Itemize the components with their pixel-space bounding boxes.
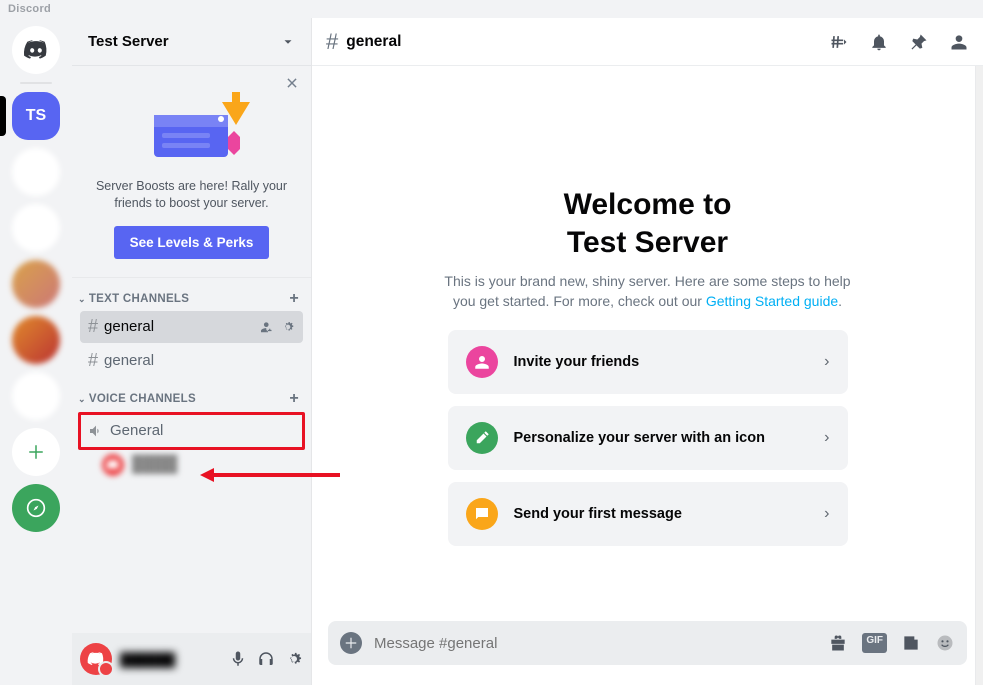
- channel-sidebar: Test Server Server Boosts are here! Rall…: [72, 18, 312, 685]
- settings-icon[interactable]: [281, 320, 295, 334]
- boost-banner-art: [82, 84, 301, 170]
- invite-icon[interactable]: [261, 320, 275, 334]
- channel-label: general: [104, 352, 154, 369]
- server-item[interactable]: [12, 204, 60, 252]
- invite-friends-icon: [466, 346, 498, 378]
- welcome-card-first-message[interactable]: Send your first message ›: [448, 482, 848, 546]
- discord-logo-icon: [87, 650, 105, 668]
- personalize-icon: [466, 422, 498, 454]
- close-banner-button[interactable]: [285, 76, 299, 90]
- close-icon: [285, 76, 299, 90]
- chevron-right-icon: ›: [824, 429, 829, 447]
- channel-title: general: [346, 33, 401, 51]
- server-item[interactable]: [12, 372, 60, 420]
- selection-indicator: [0, 96, 6, 136]
- self-avatar[interactable]: [80, 643, 112, 675]
- add-text-channel-button[interactable]: +: [289, 290, 299, 308]
- card-label: Send your first message: [514, 506, 809, 522]
- channel-label: general: [104, 318, 154, 335]
- pinned-button[interactable]: [909, 32, 929, 52]
- text-channels-header[interactable]: ⌄TEXT CHANNELS +: [72, 278, 311, 310]
- threads-button[interactable]: [829, 32, 849, 52]
- content-area: # general Welcome toTest Server This is …: [312, 18, 983, 685]
- hash-icon: #: [88, 316, 98, 337]
- chevron-right-icon: ›: [824, 505, 829, 523]
- mute-button[interactable]: [229, 650, 247, 668]
- hash-icon: #: [326, 29, 338, 55]
- channel-header: # general: [312, 18, 983, 66]
- notifications-button[interactable]: [869, 32, 889, 52]
- getting-started-link[interactable]: Getting Started guide: [706, 293, 838, 309]
- scrollbar[interactable]: [975, 66, 983, 685]
- speaker-icon: [88, 423, 104, 439]
- message-composer[interactable]: GIF: [328, 621, 967, 665]
- message-input[interactable]: [374, 635, 816, 652]
- server-item[interactable]: [12, 148, 60, 196]
- user-panel: ██████: [72, 633, 311, 685]
- welcome-subtitle: This is your brand new, shiny server. He…: [438, 271, 858, 312]
- gif-button[interactable]: GIF: [862, 633, 887, 653]
- sticker-icon: [901, 633, 921, 653]
- rail-separator: [20, 82, 52, 84]
- server-item[interactable]: [12, 260, 60, 308]
- chevron-right-icon: ›: [824, 353, 829, 371]
- voice-user[interactable]: ████: [72, 452, 311, 478]
- boost-banner: Server Boosts are here! Rally yourfriend…: [72, 66, 311, 278]
- emoji-button[interactable]: [935, 633, 955, 653]
- explore-servers-button[interactable]: [12, 484, 60, 532]
- sticker-button[interactable]: [901, 633, 921, 653]
- voice-channels-header[interactable]: ⌄VOICE CHANNELS +: [72, 378, 311, 410]
- members-icon: [949, 32, 969, 52]
- voice-channel-highlight: General: [78, 412, 305, 450]
- plus-icon: [27, 443, 45, 461]
- chevron-down-icon: [281, 35, 295, 49]
- compass-icon: [26, 498, 46, 518]
- self-username: ██████: [120, 652, 175, 667]
- boost-levels-button[interactable]: See Levels & Perks: [114, 226, 270, 259]
- server-initials: TS: [26, 107, 46, 125]
- plus-icon: [344, 636, 358, 650]
- user-avatar-icon: [102, 454, 124, 476]
- channel-label: General: [110, 422, 163, 439]
- discord-logo-icon: [23, 37, 49, 63]
- welcome-region: Welcome toTest Server This is your brand…: [312, 66, 983, 621]
- server-item-current[interactable]: TS: [12, 92, 60, 140]
- welcome-card-personalize[interactable]: Personalize your server with an icon ›: [448, 406, 848, 470]
- server-rail: TS: [0, 18, 72, 685]
- add-voice-channel-button[interactable]: +: [289, 390, 299, 408]
- attach-button[interactable]: [340, 632, 362, 654]
- pin-icon: [909, 32, 929, 52]
- server-header[interactable]: Test Server: [72, 18, 311, 66]
- user-settings-button[interactable]: [285, 650, 303, 668]
- add-server-button[interactable]: [12, 428, 60, 476]
- message-icon: [466, 498, 498, 530]
- hash-icon: #: [88, 350, 98, 371]
- boost-banner-text: Server Boosts are here! Rally yourfriend…: [82, 178, 301, 212]
- window-titlebar: Discord: [0, 0, 983, 18]
- gear-icon: [285, 650, 303, 668]
- text-channel-general[interactable]: # general: [80, 311, 303, 343]
- text-channel-general-2[interactable]: # general: [80, 345, 303, 377]
- microphone-icon: [229, 650, 247, 668]
- threads-icon: [829, 32, 849, 52]
- card-label: Personalize your server with an icon: [514, 430, 809, 446]
- server-name: Test Server: [88, 33, 169, 50]
- members-button[interactable]: [949, 32, 969, 52]
- home-button[interactable]: [12, 26, 60, 74]
- deafen-button[interactable]: [257, 650, 275, 668]
- card-label: Invite your friends: [514, 354, 809, 370]
- emoji-icon: [935, 633, 955, 653]
- bell-icon: [869, 32, 889, 52]
- voice-channel-general[interactable]: General: [82, 416, 301, 446]
- headphones-icon: [257, 650, 275, 668]
- gift-icon: [828, 633, 848, 653]
- server-item[interactable]: [12, 316, 60, 364]
- gift-button[interactable]: [828, 633, 848, 653]
- welcome-title: Welcome toTest Server: [564, 186, 732, 261]
- welcome-card-invite[interactable]: Invite your friends ›: [448, 330, 848, 394]
